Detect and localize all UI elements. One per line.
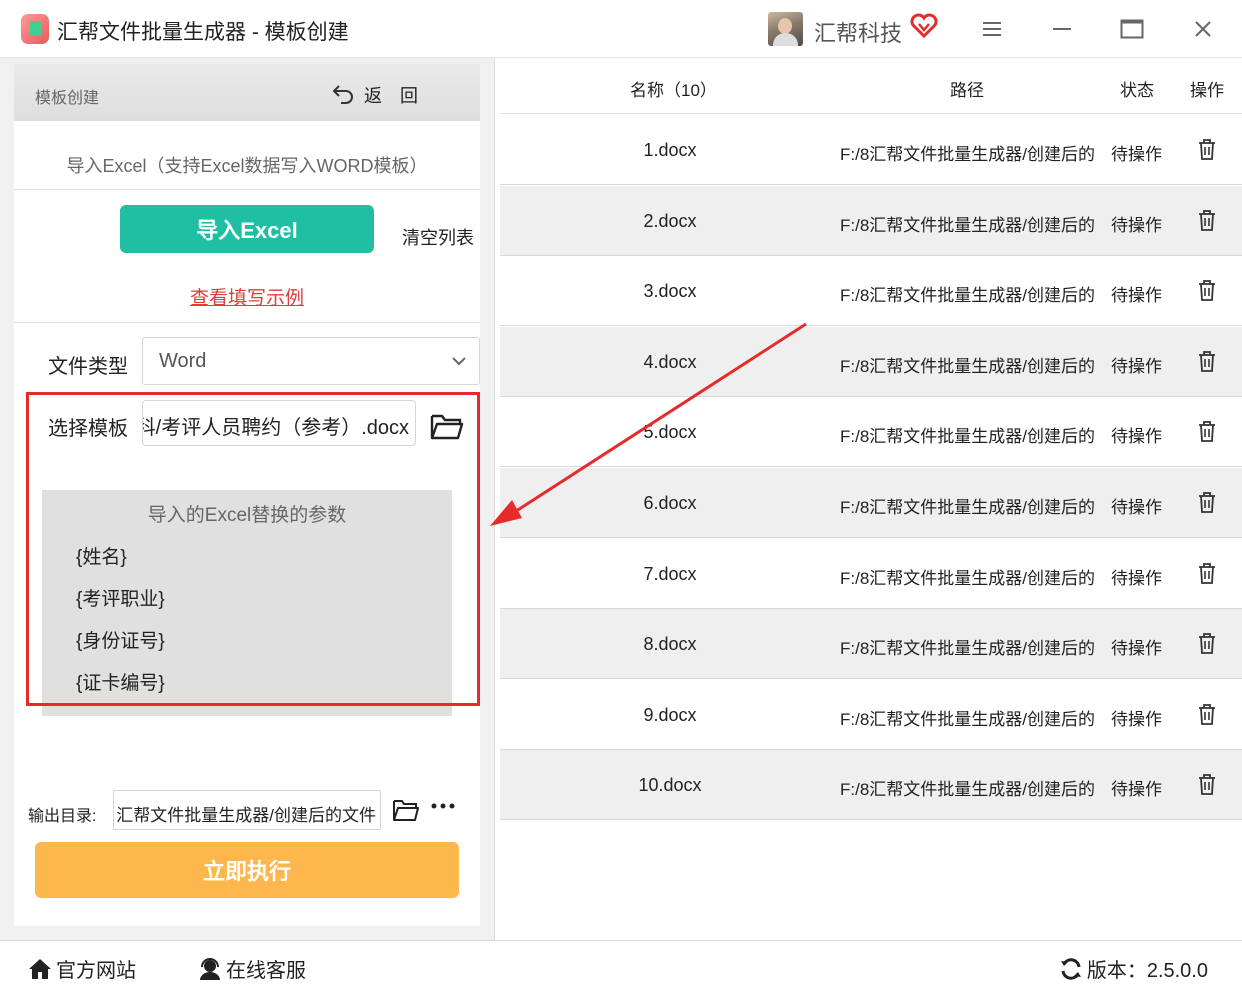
maximize-icon[interactable] bbox=[1117, 14, 1147, 44]
user-avatar[interactable] bbox=[768, 12, 803, 46]
table-row[interactable]: 9.docx F:/8汇帮文件批量生成器/创建后的 待操作 bbox=[500, 680, 1242, 750]
column-header-name: 名称（10） bbox=[630, 81, 717, 100]
vip-heart-icon[interactable] bbox=[910, 12, 938, 40]
online-support-link[interactable]: 在线客服 bbox=[198, 954, 306, 983]
file-path-cell: F:/8汇帮文件批量生成器/创建后的 bbox=[840, 780, 1096, 800]
status-cell: 待操作 bbox=[1111, 145, 1162, 164]
column-header-path: 路径 bbox=[950, 81, 984, 100]
delete-trash-icon[interactable] bbox=[1197, 773, 1217, 796]
output-dir-input[interactable]: 汇帮文件批量生成器/创建后的文件 bbox=[113, 790, 381, 830]
back-button[interactable]: 返回 bbox=[364, 82, 436, 108]
version-label: 版本：2.5.0.0 bbox=[1086, 960, 1208, 982]
delete-trash-icon[interactable] bbox=[1197, 350, 1217, 372]
panel-title: 模板创建 bbox=[35, 90, 100, 107]
delete-trash-icon[interactable] bbox=[1197, 420, 1217, 443]
file-name-cell: 3.docx bbox=[643, 281, 697, 302]
file-path-cell: F:/8汇帮文件批量生成器/创建后的 bbox=[840, 286, 1096, 306]
status-cell: 待操作 bbox=[1111, 780, 1162, 800]
company-name: 汇帮科技 bbox=[814, 21, 903, 46]
file-path-cell: F:/8汇帮文件批量生成器/创建后的 bbox=[840, 427, 1096, 447]
file-name-cell: 5.docx bbox=[643, 422, 697, 443]
delete-trash-icon[interactable] bbox=[1197, 209, 1217, 231]
minimize-icon[interactable] bbox=[1047, 14, 1077, 44]
output-dir-value: 汇帮文件批量生成器/创建后的文件 bbox=[116, 806, 376, 825]
import-excel-button[interactable]: 导入Excel bbox=[120, 205, 374, 253]
delete-trash-icon[interactable] bbox=[1197, 703, 1217, 725]
file-path-cell: F:/8汇帮文件批量生成器/创建后的 bbox=[840, 498, 1096, 517]
delete-trash-icon[interactable] bbox=[1197, 279, 1217, 302]
table-row[interactable]: 2.docx F:/8汇帮文件批量生成器/创建后的 待操作 bbox=[500, 185, 1242, 256]
view-example-link[interactable]: 查看填写示例 bbox=[14, 283, 480, 310]
template-form: 模板创建 返回 导入Excel（支持Excel数据写入WORD模板） 导入Exc… bbox=[14, 64, 480, 926]
version-info: 版本：2.5.0.0 bbox=[1059, 954, 1208, 983]
menu-icon[interactable] bbox=[977, 14, 1007, 44]
home-icon bbox=[29, 958, 51, 979]
delete-trash-icon[interactable] bbox=[1197, 491, 1217, 513]
back-arrow-icon[interactable] bbox=[332, 82, 354, 104]
file-name-cell: 4.docx bbox=[643, 351, 697, 372]
execute-button[interactable]: 立即执行 bbox=[35, 842, 459, 898]
file-name-cell: 1.docx bbox=[643, 140, 697, 160]
file-type-label: 文件类型 bbox=[48, 356, 128, 378]
file-type-select[interactable]: Word bbox=[142, 337, 480, 385]
table-row[interactable]: 6.docx F:/8汇帮文件批量生成器/创建后的 待操作 bbox=[500, 468, 1242, 538]
close-icon[interactable] bbox=[1188, 14, 1218, 44]
divider bbox=[14, 189, 480, 190]
status-cell: 待操作 bbox=[1111, 498, 1162, 517]
table-row[interactable]: 10.docx F:/8汇帮文件批量生成器/创建后的 待操作 bbox=[500, 750, 1242, 821]
file-name-cell: 8.docx bbox=[643, 634, 697, 655]
panel-header: 模板创建 返回 bbox=[14, 64, 480, 121]
divider bbox=[14, 322, 480, 323]
file-name-cell: 10.docx bbox=[638, 775, 702, 796]
more-options-icon[interactable] bbox=[430, 796, 456, 816]
status-cell: 待操作 bbox=[1111, 286, 1162, 306]
table-row[interactable]: 8.docx F:/8汇帮文件批量生成器/创建后的 待操作 bbox=[500, 609, 1242, 680]
support-agent-icon bbox=[200, 957, 220, 980]
window-title: 汇帮文件批量生成器 - 模板创建 bbox=[57, 21, 349, 44]
refresh-icon[interactable] bbox=[1059, 957, 1083, 981]
status-cell: 待操作 bbox=[1111, 568, 1162, 588]
delete-trash-icon[interactable] bbox=[1197, 138, 1217, 160]
highlight-frame bbox=[26, 392, 480, 706]
title-bar: 汇帮文件批量生成器 - 模板创建 汇帮科技 bbox=[0, 0, 1242, 58]
column-header-action: 操作 bbox=[1190, 81, 1224, 100]
left-panel: 模板创建 返回 导入Excel（支持Excel数据写入WORD模板） 导入Exc… bbox=[0, 58, 495, 940]
status-cell: 待操作 bbox=[1111, 356, 1162, 376]
file-path-cell: F:/8汇帮文件批量生成器/创建后的 bbox=[840, 356, 1096, 376]
official-website-link[interactable]: 官方网站 bbox=[28, 954, 136, 983]
status-cell: 待操作 bbox=[1111, 427, 1162, 447]
table-row[interactable]: 5.docx F:/8汇帮文件批量生成器/创建后的 待操作 bbox=[500, 397, 1242, 468]
chevron-down-icon bbox=[452, 357, 466, 366]
status-cell: 待操作 bbox=[1111, 639, 1162, 659]
status-cell: 待操作 bbox=[1111, 215, 1162, 235]
file-path-cell: F:/8汇帮文件批量生成器/创建后的 bbox=[840, 568, 1096, 588]
file-table: 名称（10） 路径 状态 操作 1.docx F:/8汇帮文件批量生成器/创建后的… bbox=[500, 58, 1242, 940]
delete-trash-icon[interactable] bbox=[1197, 632, 1217, 655]
table-row[interactable]: 4.docx F:/8汇帮文件批量生成器/创建后的 待操作 bbox=[500, 326, 1242, 397]
output-folder-icon[interactable] bbox=[392, 798, 420, 822]
file-name-cell: 7.docx bbox=[643, 563, 697, 584]
table-row[interactable]: 1.docx F:/8汇帮文件批量生成器/创建后的 待操作 bbox=[500, 115, 1242, 185]
output-dir-label: 输出目录: bbox=[28, 808, 97, 825]
file-path-cell: F:/8汇帮文件批量生成器/创建后的 bbox=[840, 145, 1096, 164]
file-name-cell: 6.docx bbox=[643, 493, 697, 513]
import-description: 导入Excel（支持Excel数据写入WORD模板） bbox=[66, 156, 428, 176]
footer-bar: 官方网站 在线客服 版本：2.5.0.0 bbox=[0, 940, 1242, 988]
file-name-cell: 2.docx bbox=[643, 210, 697, 231]
file-type-value: Word bbox=[159, 350, 207, 372]
table-row[interactable]: 7.docx F:/8汇帮文件批量生成器/创建后的 待操作 bbox=[500, 539, 1242, 609]
file-name-cell: 9.docx bbox=[643, 704, 697, 725]
column-header-status: 状态 bbox=[1120, 81, 1154, 100]
table-row[interactable]: 3.docx F:/8汇帮文件批量生成器/创建后的 待操作 bbox=[500, 256, 1242, 327]
table-header: 名称（10） 路径 状态 操作 bbox=[500, 58, 1242, 114]
file-path-cell: F:/8汇帮文件批量生成器/创建后的 bbox=[840, 215, 1096, 235]
status-cell: 待操作 bbox=[1111, 709, 1162, 729]
file-path-cell: F:/8汇帮文件批量生成器/创建后的 bbox=[840, 709, 1096, 729]
file-path-cell: F:/8汇帮文件批量生成器/创建后的 bbox=[840, 639, 1096, 659]
clear-list-button[interactable]: 清空列表 bbox=[402, 224, 474, 250]
app-logo-icon bbox=[21, 14, 49, 44]
online-support-label: 在线客服 bbox=[226, 960, 306, 982]
official-website-label: 官方网站 bbox=[56, 960, 136, 982]
delete-trash-icon[interactable] bbox=[1197, 562, 1217, 584]
